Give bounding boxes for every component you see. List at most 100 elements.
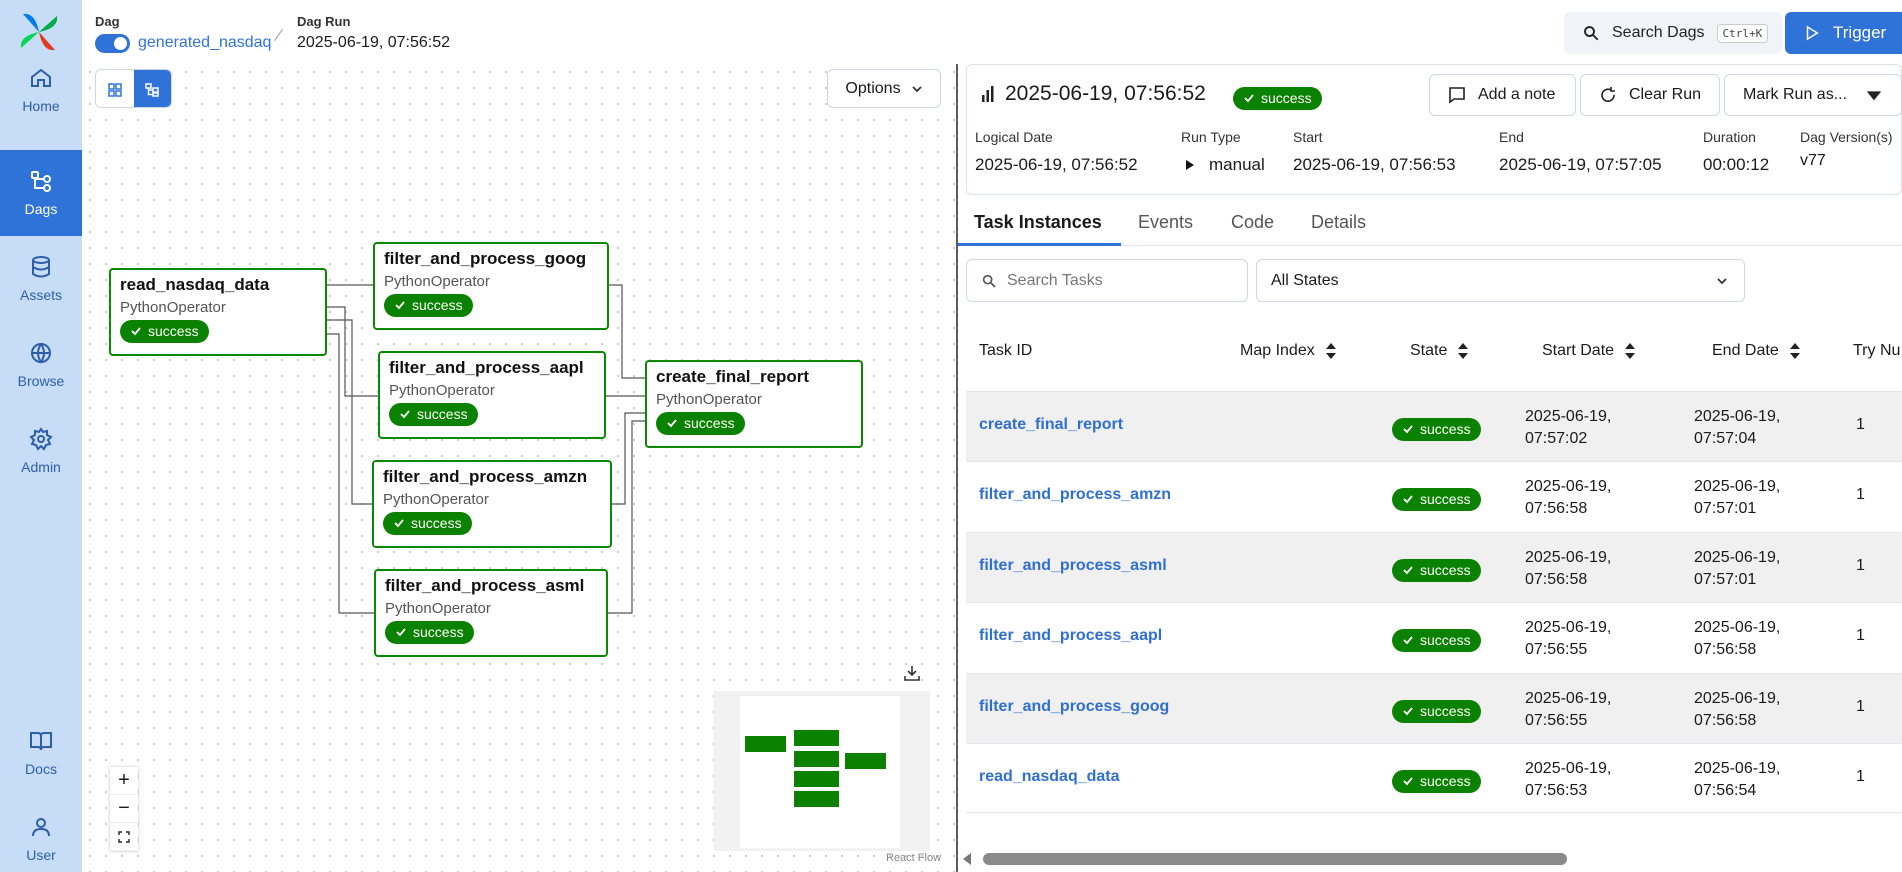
check-icon: [396, 628, 406, 637]
start-date-day: 2025-06-19,: [1525, 478, 1612, 495]
state-filter-select[interactable]: All States: [1256, 259, 1745, 302]
column-header-task-id[interactable]: Task ID: [979, 342, 1032, 360]
minimap-node: [745, 736, 786, 752]
end-value: 2025-06-19, 07:57:05: [1499, 155, 1662, 174]
start-date-day: 2025-06-19,: [1525, 549, 1612, 566]
column-header-map-index[interactable]: Map Index: [1240, 342, 1337, 360]
react-flow-attribution[interactable]: React Flow: [886, 852, 941, 864]
search-tasks-placeholder: Search Tasks: [1007, 271, 1103, 289]
zoom-controls: + −: [110, 767, 138, 851]
task-node-name: create_final_report: [656, 367, 810, 386]
zoom-in-button[interactable]: +: [110, 767, 138, 795]
start-date-time: 07:56:58: [1525, 500, 1588, 517]
try-number-cell: 1: [1856, 486, 1865, 503]
table-row: create_final_report success 2025-06-19, 0…: [966, 391, 1902, 461]
status-badge: success: [1392, 700, 1481, 723]
task-node-filter-amzn[interactable]: filter_and_process_amzn PythonOperator s…: [372, 460, 612, 548]
check-icon: [1403, 777, 1413, 786]
status-text: success: [412, 297, 463, 313]
minimap-node: [794, 791, 839, 807]
task-node-operator: PythonOperator: [383, 491, 489, 508]
end-date-cell: 2025-06-19, 07:56:58: [1694, 688, 1780, 732]
check-icon: [1403, 566, 1413, 575]
start-date-cell: 2025-06-19, 07:56:55: [1525, 688, 1611, 732]
tab-events[interactable]: Events: [1138, 212, 1193, 233]
task-node-filter-asml[interactable]: filter_and_process_asml PythonOperator s…: [374, 569, 608, 657]
task-id-link[interactable]: create_final_report: [979, 416, 1123, 434]
check-icon: [395, 301, 405, 310]
status-badge: success: [383, 512, 472, 535]
tab-code[interactable]: Code: [1231, 212, 1274, 233]
check-icon: [131, 327, 141, 336]
task-id-link[interactable]: filter_and_process_aapl: [979, 627, 1162, 645]
try-number-cell: 1: [1856, 698, 1865, 715]
start-value: 2025-06-19, 07:56:53: [1293, 155, 1456, 174]
status-text: success: [148, 323, 199, 339]
task-node-operator: PythonOperator: [389, 382, 495, 399]
task-id-link[interactable]: filter_and_process_asml: [979, 557, 1167, 575]
minimap[interactable]: [714, 691, 930, 851]
task-id-link[interactable]: filter_and_process_goog: [979, 698, 1169, 716]
table-row: read_nasdaq_data success 2025-06-19, 07:5…: [966, 743, 1902, 813]
minimap-node: [794, 771, 839, 787]
end-date-cell: 2025-06-19, 07:57:04: [1694, 406, 1780, 450]
column-header-label: Start Date: [1542, 342, 1615, 359]
run-status-badge: success: [1233, 87, 1322, 110]
task-node-filter-goog[interactable]: filter_and_process_goog PythonOperator s…: [373, 242, 609, 330]
end-date-time: 07:56:58: [1694, 712, 1757, 729]
status-text: success: [1420, 703, 1471, 719]
panel-divider[interactable]: [956, 64, 958, 872]
check-icon: [1403, 636, 1413, 645]
column-header-state[interactable]: State: [1410, 342, 1469, 360]
status-badge: success: [384, 294, 473, 317]
sort-icon: [1458, 343, 1469, 359]
search-tasks-input[interactable]: Search Tasks: [966, 259, 1248, 302]
task-node-operator: PythonOperator: [120, 299, 226, 316]
end-date-cell: 2025-06-19, 07:56:58: [1694, 617, 1780, 661]
search-dags-button[interactable]: Search Dags Ctrl+K: [1564, 12, 1782, 54]
tab-task-instances[interactable]: Task Instances: [974, 212, 1102, 233]
task-node-name: filter_and_process_amzn: [383, 467, 588, 486]
fit-view-button[interactable]: [110, 823, 138, 851]
task-node-filter-aapl[interactable]: filter_and_process_aapl PythonOperator s…: [378, 351, 606, 439]
task-node-operator: PythonOperator: [385, 600, 491, 617]
scroll-left-arrow[interactable]: [963, 853, 971, 865]
try-number-cell: 1: [1856, 557, 1865, 574]
end-date-time: 07:56:58: [1694, 641, 1757, 658]
task-node-create-final-report[interactable]: create_final_report PythonOperator succe…: [645, 360, 863, 448]
comment-icon: [1449, 87, 1465, 104]
refresh-icon: [1601, 87, 1615, 102]
end-date-day: 2025-06-19,: [1694, 690, 1781, 707]
end-date-day: 2025-06-19,: [1694, 619, 1781, 636]
clear-run-button[interactable]: Clear Run: [1580, 74, 1720, 116]
column-header-start-date[interactable]: Start Date: [1542, 342, 1636, 360]
status-text: success: [1420, 562, 1471, 578]
tab-details[interactable]: Details: [1311, 212, 1366, 233]
column-header-end-date[interactable]: End Date: [1712, 342, 1801, 360]
mark-run-as-button[interactable]: Mark Run as...: [1724, 74, 1902, 116]
download-icon[interactable]: [903, 664, 921, 682]
run-type-text: manual: [1209, 155, 1265, 174]
logical-date-label: Logical Date: [975, 129, 1053, 145]
trigger-label: Trigger: [1833, 23, 1887, 42]
column-header-try-number[interactable]: Try Nu: [1853, 342, 1900, 360]
end-date-day: 2025-06-19,: [1694, 549, 1781, 566]
horizontal-scrollbar-thumb[interactable]: [983, 853, 1567, 865]
add-note-button[interactable]: Add a note: [1429, 74, 1576, 116]
check-icon: [394, 519, 404, 528]
zoom-out-button[interactable]: −: [110, 795, 138, 823]
dag-version-label: Dag Version(s): [1800, 129, 1893, 145]
end-label: End: [1499, 129, 1524, 145]
end-date-time: 07:56:54: [1694, 782, 1757, 799]
task-id-link[interactable]: read_nasdaq_data: [979, 768, 1120, 786]
task-id-link[interactable]: filter_and_process_amzn: [979, 486, 1171, 504]
end-date-cell: 2025-06-19, 07:56:54: [1694, 758, 1780, 802]
play-icon: [1806, 25, 1819, 41]
task-node-read-nasdaq-data[interactable]: read_nasdaq_data PythonOperator success: [109, 268, 327, 356]
try-number-cell: 1: [1856, 768, 1865, 785]
add-note-label: Add a note: [1478, 86, 1556, 103]
column-header-label: Try Nu: [1853, 342, 1901, 359]
trigger-button[interactable]: Trigger: [1785, 12, 1902, 54]
caret-down-icon: [1866, 91, 1882, 101]
start-date-time: 07:56:58: [1525, 571, 1588, 588]
